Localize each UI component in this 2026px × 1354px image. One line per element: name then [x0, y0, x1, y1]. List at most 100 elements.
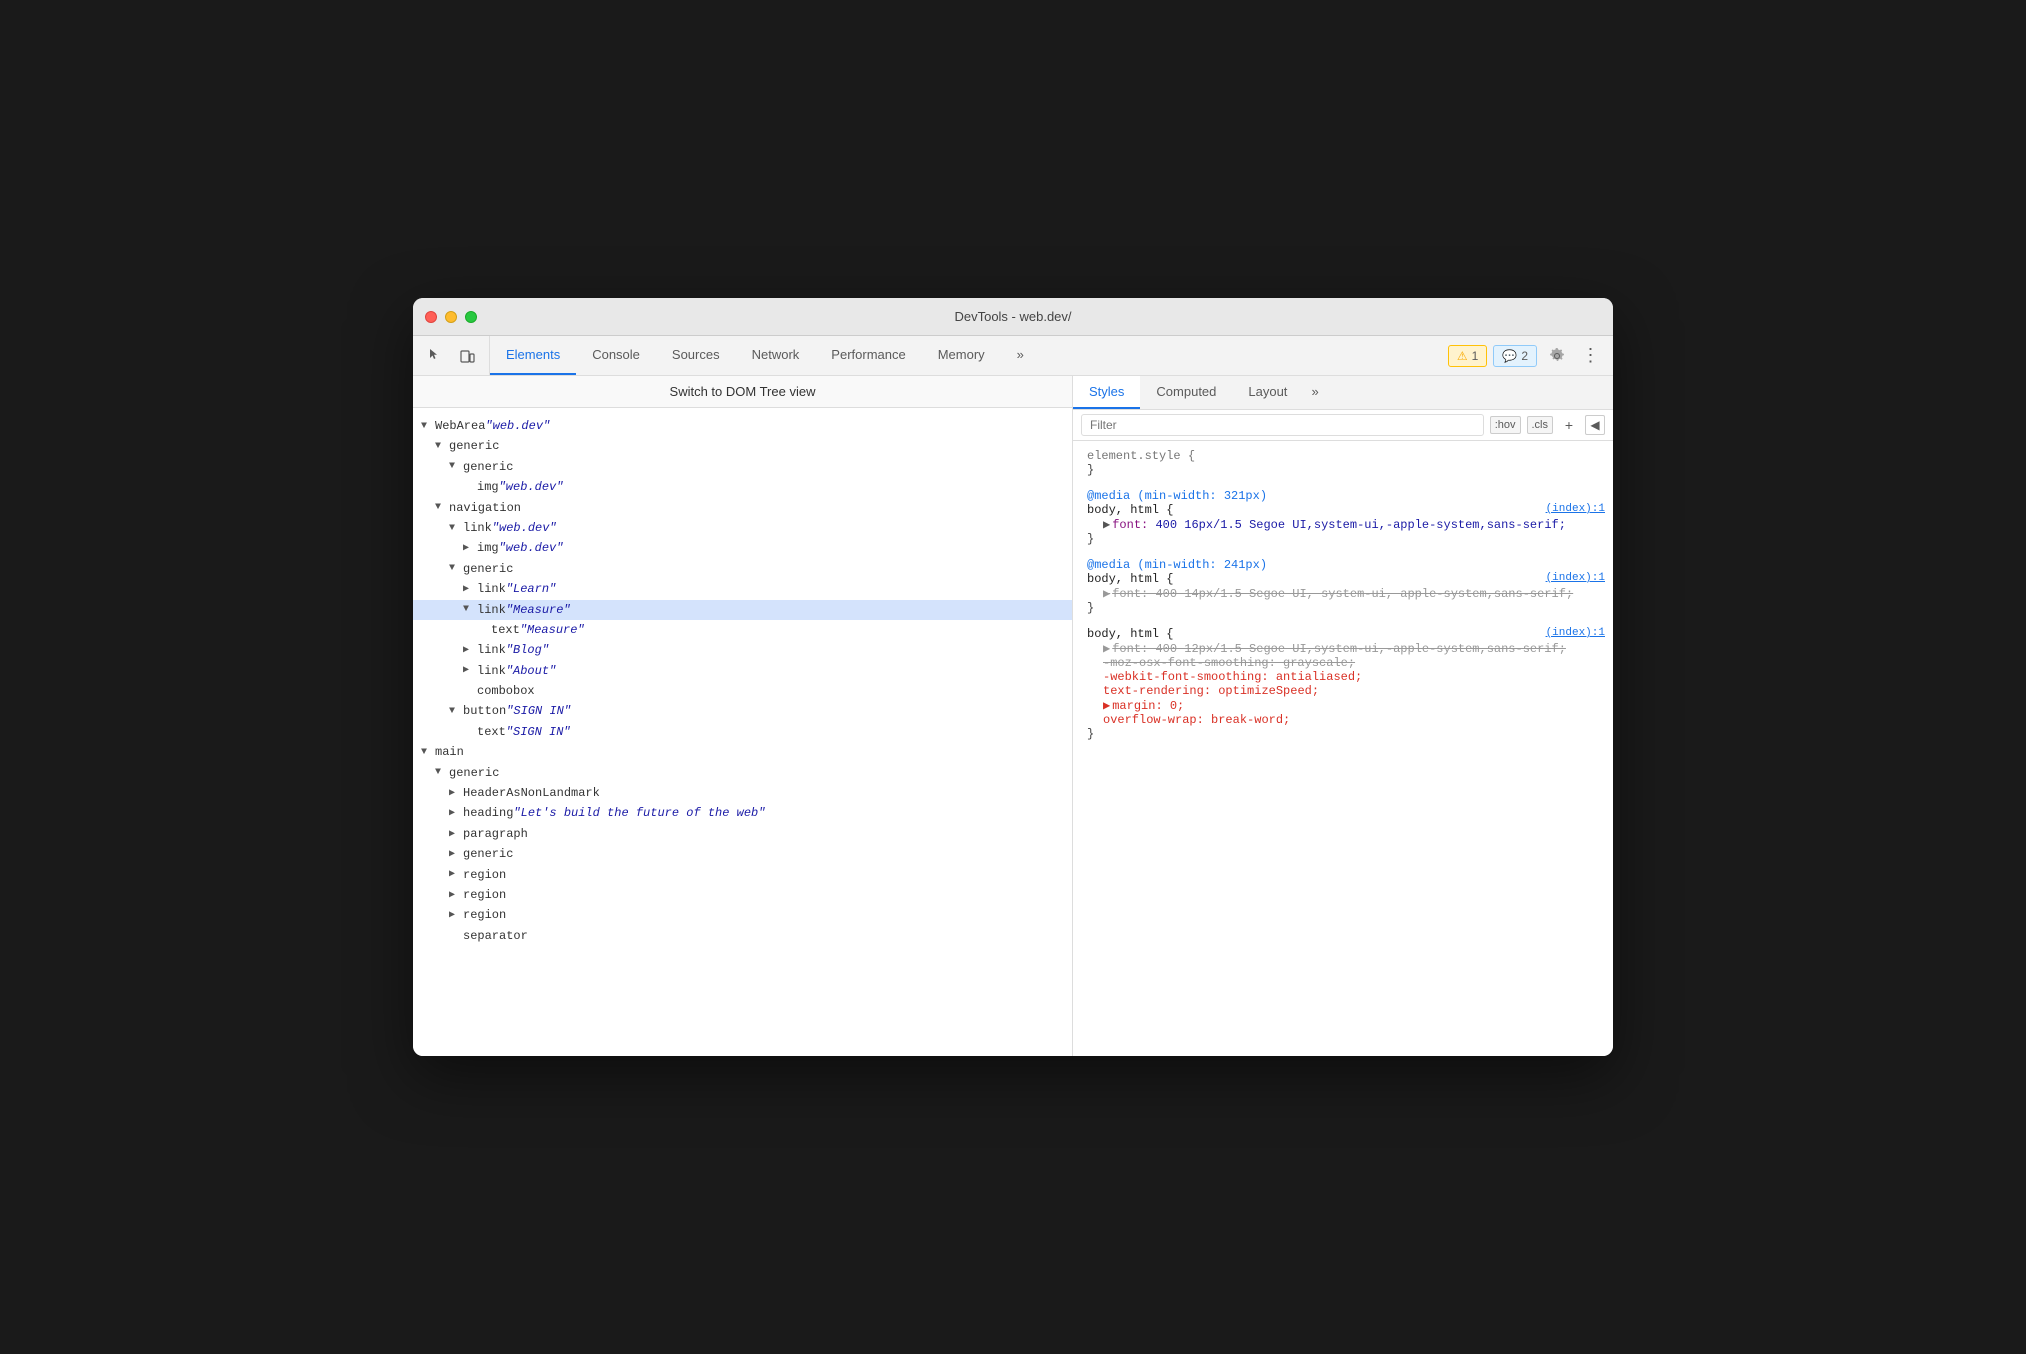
more-options-button[interactable]: ⋮: [1577, 342, 1605, 370]
tree-arrow[interactable]: [449, 785, 463, 802]
tree-row-link-webdev[interactable]: link "web.dev": [413, 518, 1072, 538]
tree-row-generic-main[interactable]: generic: [413, 763, 1072, 783]
dom-panel: Switch to DOM Tree view WebArea "web.dev…: [413, 376, 1073, 1056]
maximize-button[interactable]: [465, 311, 477, 323]
tab-console[interactable]: Console: [576, 336, 656, 375]
minimize-button[interactable]: [445, 311, 457, 323]
window-title: DevTools - web.dev/: [954, 309, 1071, 324]
toggle-sidebar-button[interactable]: ◀: [1585, 415, 1605, 435]
tab-computed[interactable]: Computed: [1140, 376, 1232, 409]
css-property-font-321: ▶ font: 400 16px/1.5 Segoe UI,system-ui,…: [1087, 517, 1605, 532]
tree-row-main[interactable]: main: [413, 742, 1072, 762]
tree-arrow[interactable]: [421, 744, 435, 761]
css-property-moz-osx: -moz-osx-font-smoothing: grayscale;: [1087, 656, 1605, 670]
tree-row-region-1[interactable]: region: [413, 865, 1072, 885]
tree-row-generic-nav[interactable]: generic: [413, 559, 1072, 579]
tree-row-img-webdev[interactable]: img "web.dev": [413, 477, 1072, 497]
tree-row-heading[interactable]: heading "Let's build the future of the w…: [413, 803, 1072, 823]
tree-row-separator[interactable]: separator: [413, 926, 1072, 946]
tree-arrow[interactable]: [435, 438, 449, 455]
tree-row-region-2[interactable]: region: [413, 885, 1072, 905]
tree-arrow[interactable]: [449, 520, 463, 537]
css-source-link[interactable]: (index):1: [1546, 503, 1605, 515]
tree-arrow[interactable]: [435, 499, 449, 516]
tab-more[interactable]: »: [1001, 336, 1040, 375]
tree-arrow[interactable]: [463, 581, 477, 598]
info-badge-button[interactable]: 💬 2: [1493, 345, 1537, 367]
css-selector: body, html {: [1087, 627, 1173, 641]
tree-row-text-signin[interactable]: text "SIGN IN": [413, 722, 1072, 742]
css-rule-media-241: @media (min-width: 241px) body, html { (…: [1081, 558, 1605, 615]
tab-styles-more[interactable]: »: [1303, 376, 1326, 409]
tree-arrow[interactable]: [449, 846, 463, 863]
cls-button[interactable]: .cls: [1527, 416, 1554, 434]
tree-row-link-learn[interactable]: link "Learn": [413, 579, 1072, 599]
tree-arrow[interactable]: [449, 887, 463, 904]
css-selector: body, html {: [1087, 503, 1173, 517]
css-source-link[interactable]: (index):1: [1546, 627, 1605, 639]
tree-arrow[interactable]: [449, 458, 463, 475]
warning-badge-button[interactable]: ⚠ 1: [1448, 345, 1487, 367]
css-property-font-body: ▶ font: 400 12px/1.5 Segoe UI,system-ui,…: [1087, 641, 1605, 656]
tab-styles[interactable]: Styles: [1073, 376, 1140, 409]
css-source-link[interactable]: (index):1: [1546, 572, 1605, 584]
devtools-window: DevTools - web.dev/ Elements Console: [413, 298, 1613, 1056]
css-media-query: @media (min-width: 321px): [1087, 489, 1267, 503]
tree-row-paragraph[interactable]: paragraph: [413, 824, 1072, 844]
devtools-content: Switch to DOM Tree view WebArea "web.dev…: [413, 376, 1613, 1056]
tree-row-navigation[interactable]: navigation: [413, 498, 1072, 518]
tree-row-generic-main2[interactable]: generic: [413, 844, 1072, 864]
css-selector: body, html {: [1087, 572, 1173, 586]
inspector-tool-button[interactable]: [421, 342, 449, 370]
styles-filter-bar: :hov .cls + ◀: [1073, 410, 1613, 441]
tree-arrow[interactable]: [435, 764, 449, 781]
tree-row-img-webdev-2[interactable]: img "web.dev": [413, 538, 1072, 558]
dom-tree[interactable]: WebArea "web.dev" generic generic: [413, 408, 1072, 1056]
tree-arrow[interactable]: [421, 418, 435, 435]
add-style-rule-button[interactable]: +: [1559, 415, 1579, 435]
css-property-text-rendering: text-rendering: optimizeSpeed;: [1087, 684, 1605, 698]
tree-row-link-measure[interactable]: link "Measure": [413, 600, 1072, 620]
tree-row-combobox[interactable]: combobox: [413, 681, 1072, 701]
tree-arrow[interactable]: [449, 560, 463, 577]
tab-sources[interactable]: Sources: [656, 336, 736, 375]
css-rule-media-321: @media (min-width: 321px) body, html { (…: [1081, 489, 1605, 546]
tree-arrow[interactable]: [449, 826, 463, 843]
css-rule-element-style: element.style { }: [1081, 449, 1605, 477]
tree-row-generic-2[interactable]: generic: [413, 457, 1072, 477]
tree-row-header-nonlandmark[interactable]: HeaderAsNonLandmark: [413, 783, 1072, 803]
tree-row-region-3[interactable]: region: [413, 905, 1072, 925]
settings-button[interactable]: [1543, 342, 1571, 370]
dom-switch-bar[interactable]: Switch to DOM Tree view: [413, 376, 1072, 408]
tree-arrow[interactable]: [449, 866, 463, 883]
tree-arrow[interactable]: [449, 703, 463, 720]
css-property-webkit-font: -webkit-font-smoothing: antialiased;: [1087, 670, 1605, 684]
pseudo-state-button[interactable]: :hov: [1490, 416, 1521, 434]
tree-row-generic-1[interactable]: generic: [413, 436, 1072, 456]
tab-performance[interactable]: Performance: [815, 336, 921, 375]
tree-arrow[interactable]: [463, 642, 477, 659]
tree-arrow[interactable]: [463, 662, 477, 679]
device-tool-button[interactable]: [453, 342, 481, 370]
devtools-toolbar: Elements Console Sources Network Perform…: [413, 336, 1613, 376]
tab-layout[interactable]: Layout: [1232, 376, 1303, 409]
close-button[interactable]: [425, 311, 437, 323]
styles-filter-input[interactable]: [1081, 414, 1484, 436]
tree-row-link-about[interactable]: link "About": [413, 661, 1072, 681]
tree-row-text-measure[interactable]: text "Measure": [413, 620, 1072, 640]
devtools-tabs: Elements Console Sources Network Perform…: [490, 336, 1440, 375]
tree-row-webarea[interactable]: WebArea "web.dev": [413, 416, 1072, 436]
tab-memory[interactable]: Memory: [922, 336, 1001, 375]
tree-row-button-signin[interactable]: button "SIGN IN": [413, 701, 1072, 721]
tab-elements[interactable]: Elements: [490, 336, 576, 375]
css-rule-body-html: body, html { (index):1 ▶ font: 400 12px/…: [1081, 627, 1605, 741]
tree-arrow[interactable]: [463, 601, 477, 618]
tab-network[interactable]: Network: [736, 336, 816, 375]
tree-row-link-blog[interactable]: link "Blog": [413, 640, 1072, 660]
tree-arrow[interactable]: [449, 805, 463, 822]
tree-arrow[interactable]: [463, 540, 477, 557]
title-bar: DevTools - web.dev/: [413, 298, 1613, 336]
toolbar-right: ⚠ 1 💬 2 ⋮: [1440, 336, 1613, 375]
css-property-overflow-wrap: overflow-wrap: break-word;: [1087, 713, 1605, 727]
tree-arrow[interactable]: [449, 907, 463, 924]
